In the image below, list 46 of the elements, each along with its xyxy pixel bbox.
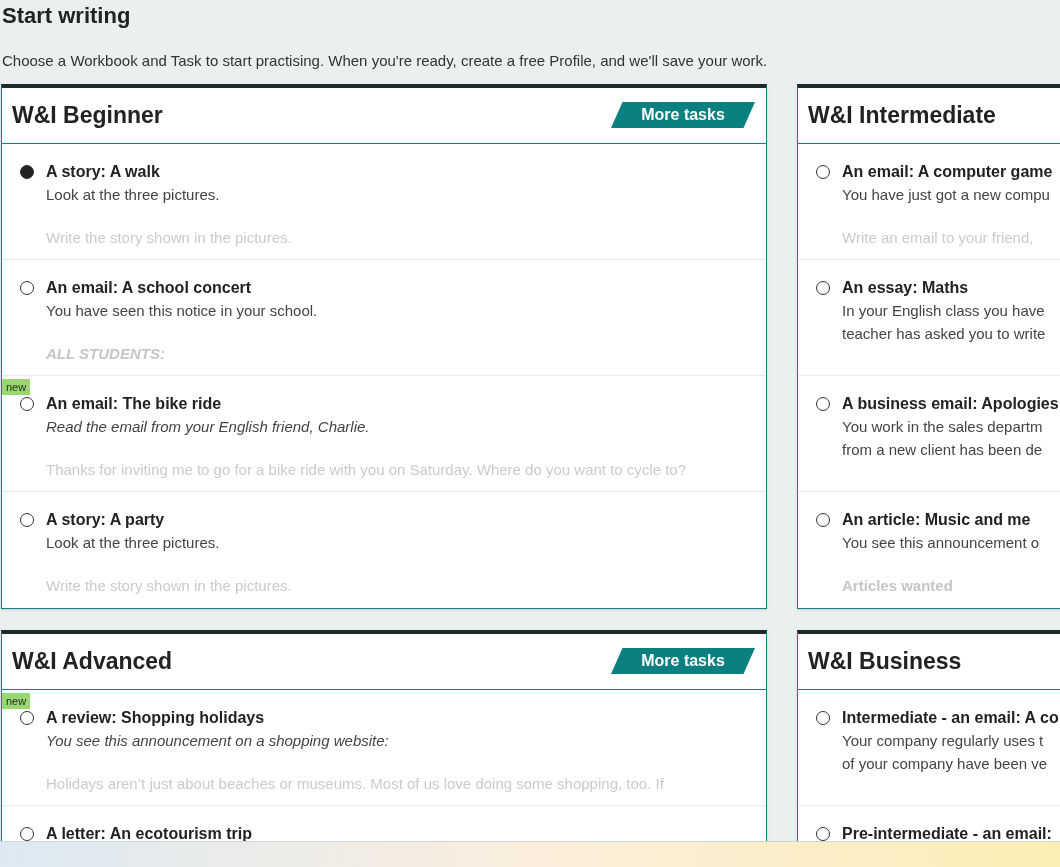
radio-button[interactable] xyxy=(816,280,830,295)
task-description: Look at the three pictures. xyxy=(46,184,220,205)
radio-button[interactable] xyxy=(816,396,830,411)
page-title: Start writing xyxy=(1,2,131,30)
more-tasks-button[interactable]: More tasks xyxy=(611,102,755,128)
task-title[interactable]: A business email: Apologies xyxy=(842,391,1059,415)
task-description: Look at the three pictures. xyxy=(46,532,220,553)
radio-button[interactable] xyxy=(20,512,34,527)
radio-button[interactable] xyxy=(20,280,34,295)
task-preview: ALL STUDENTS: xyxy=(46,343,165,364)
new-badge: new xyxy=(2,692,31,709)
task-description: You see this announcement o xyxy=(842,532,1040,553)
task-title[interactable]: A letter: An ecotourism trip xyxy=(46,821,252,841)
task-description: In your English class you have teacher has asked you to write xyxy=(842,300,1046,344)
task-description: Your company regularly uses t of your company have been ve xyxy=(842,730,1048,774)
new-badge: new xyxy=(2,378,31,395)
more-tasks-button[interactable]: More tasks xyxy=(611,648,755,674)
task-title[interactable]: An email: A school concert xyxy=(46,275,252,299)
workbook-title: W&I Advanced xyxy=(12,646,173,676)
task-description: You work in the sales departm from a new client has been de xyxy=(842,416,1043,460)
task-title[interactable]: An essay: Maths xyxy=(842,275,969,299)
radio-button[interactable] xyxy=(816,164,830,179)
task-title[interactable]: Pre-intermediate - an email: xyxy=(842,821,1052,841)
radio-button[interactable] xyxy=(816,710,830,725)
task-title[interactable]: A review: Shopping holidays xyxy=(46,705,265,729)
radio-button[interactable] xyxy=(816,826,830,841)
workbook-title: W&I Business xyxy=(808,646,962,676)
task-description: Read the email from your English friend, Charlie. xyxy=(46,416,370,437)
task-title[interactable]: A story: A party xyxy=(46,507,165,531)
task-title[interactable]: An email: The bike ride xyxy=(46,391,222,415)
task-description: You see this announcement on a shopping website: xyxy=(46,730,389,751)
task-title[interactable]: Intermediate - an email: A co xyxy=(842,705,1059,729)
radio-button[interactable] xyxy=(20,164,34,179)
intro-text: Choose a Workbook and Task to start practising. When you're ready, create a free Profile, and we'll save your work. xyxy=(2,51,768,71)
workbook-title: W&I Beginner xyxy=(12,100,163,130)
radio-button[interactable] xyxy=(20,710,34,725)
task-description: You have seen this notice in your school. xyxy=(46,300,318,321)
radio-button[interactable] xyxy=(20,826,34,841)
task-preview: Articles wanted xyxy=(842,575,953,596)
radio-button[interactable] xyxy=(20,396,34,411)
task-description: You have just got a new compu xyxy=(842,184,1050,205)
task-title[interactable]: A story: A walk xyxy=(46,159,160,183)
workbook-title: W&I Intermediate xyxy=(808,100,996,130)
radio-button[interactable] xyxy=(816,512,830,527)
task-title[interactable]: An email: A computer game xyxy=(842,159,1053,183)
task-title[interactable]: An article: Music and me xyxy=(842,507,1031,531)
